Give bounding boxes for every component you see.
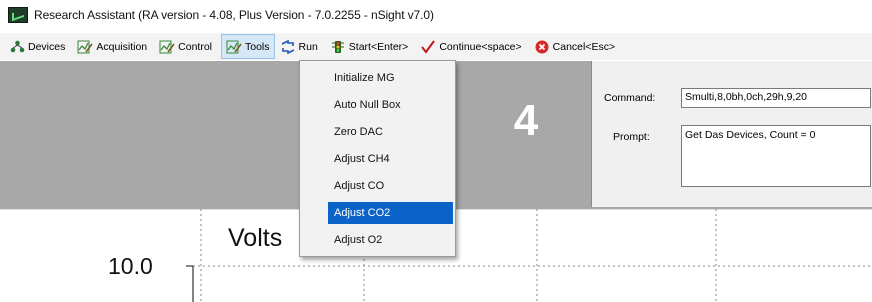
tools-button[interactable]: Tools	[221, 34, 275, 59]
continue-button[interactable]: Continue<space>	[416, 34, 525, 59]
cancel-button[interactable]: Cancel<Esc>	[530, 34, 619, 59]
run-icon	[280, 39, 296, 54]
command-label: Command:	[604, 92, 656, 104]
acquisition-icon	[77, 40, 93, 54]
cancel-icon	[534, 40, 550, 54]
menu-item-auto-null-box[interactable]: Auto Null Box	[302, 94, 453, 116]
menu-item-adjust-o2[interactable]: Adjust O2	[302, 229, 453, 251]
title-bar: Research Assistant (RA version - 4.08, P…	[0, 0, 872, 30]
menu-item-initialize-mg[interactable]: Initialize MG	[302, 67, 453, 89]
tools-menu: Initialize MG Auto Null Box Zero DAC Adj…	[299, 60, 456, 257]
tools-icon	[226, 40, 242, 54]
devices-button[interactable]: Devices	[5, 34, 69, 59]
command-panel: Command: Smulti,8,0bh,0ch,29h,9,20 Promp…	[591, 61, 872, 207]
y-tick-label: 10.0	[108, 253, 153, 279]
start-icon	[330, 40, 346, 54]
run-label: Run	[298, 40, 318, 53]
chart-title: Volts	[228, 224, 283, 252]
window-title: Research Assistant (RA version - 4.08, P…	[34, 8, 434, 22]
control-button[interactable]: Control	[155, 34, 216, 59]
control-icon	[159, 40, 175, 54]
menu-item-adjust-co[interactable]: Adjust CO	[302, 175, 453, 197]
acquisition-button[interactable]: Acquisition	[73, 34, 151, 59]
menu-item-adjust-ch4[interactable]: Adjust CH4	[302, 148, 453, 170]
app-icon	[8, 7, 28, 23]
run-button[interactable]: Run	[276, 34, 322, 59]
prompt-field[interactable]: Get Das Devices, Count = 0	[681, 125, 871, 187]
command-input[interactable]: Smulti,8,0bh,0ch,29h,9,20	[681, 88, 871, 108]
status-number: 4	[513, 96, 539, 145]
start-button[interactable]: Start<Enter>	[326, 34, 413, 59]
devices-icon	[9, 40, 25, 54]
continue-label: Continue<space>	[439, 40, 522, 53]
cancel-label: Cancel<Esc>	[552, 40, 616, 53]
devices-label: Devices	[28, 40, 66, 53]
checkmark-icon	[420, 39, 436, 54]
acquisition-label: Acquisition	[96, 40, 148, 53]
menu-item-zero-dac[interactable]: Zero DAC	[302, 121, 453, 143]
menu-item-adjust-co2[interactable]: Adjust CO2	[328, 202, 453, 224]
control-label: Control	[178, 40, 212, 53]
toolbar: Devices Acquisition Control Tools Run St…	[0, 33, 872, 60]
tools-label: Tools	[245, 40, 270, 53]
prompt-label: Prompt:	[613, 131, 650, 143]
start-label: Start<Enter>	[348, 40, 409, 53]
